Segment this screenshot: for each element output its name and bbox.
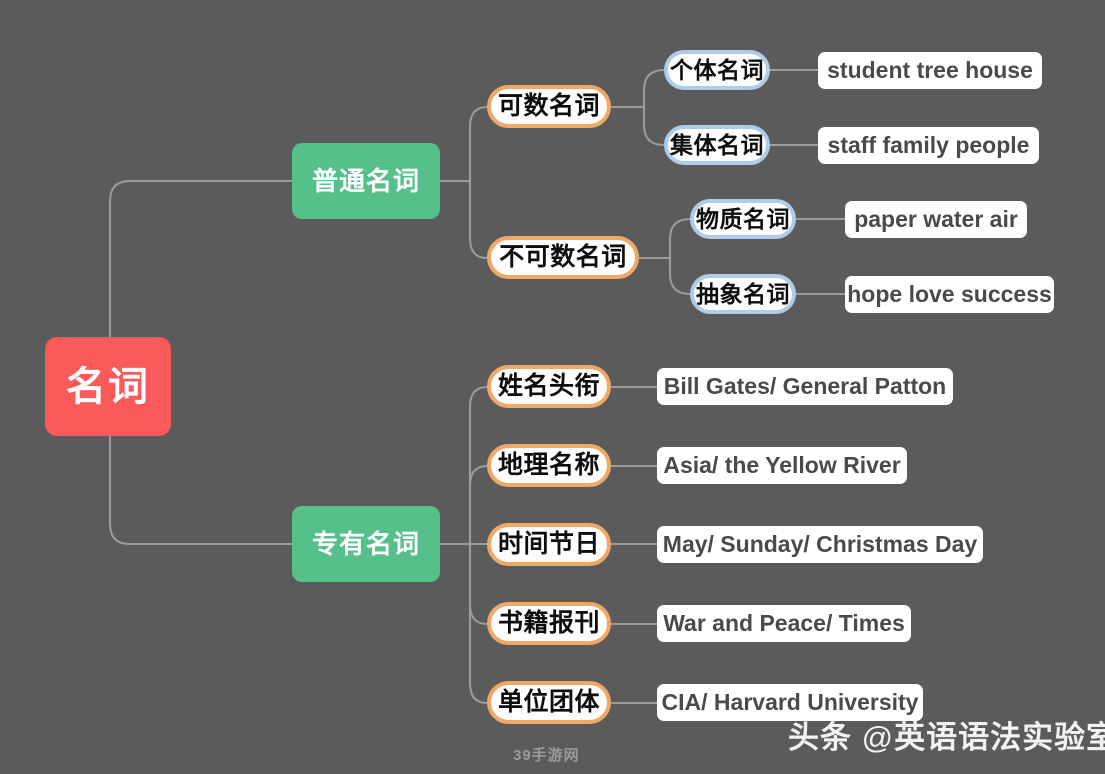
watermark-corner: 头条 @英语语法实验室 <box>788 722 1105 753</box>
at-sign-icon: @ <box>861 720 895 755</box>
example-box-names-titles: Bill Gates/ General Patton <box>657 368 953 405</box>
category-node-uncountable[interactable]: 不可数名词 <box>487 236 639 279</box>
subcategory-node-individual[interactable]: 个体名词 <box>664 50 770 90</box>
example-box-collective: staff family people <box>818 127 1039 164</box>
category-node-countable[interactable]: 可数名词 <box>487 85 611 128</box>
watermark-author-name: 英语语法实验室 <box>894 720 1105 755</box>
watermark-center: 39手游网 <box>513 747 580 764</box>
example-box-geographic-names: Asia/ the Yellow River <box>657 447 907 484</box>
example-box-abstract: hope love success <box>845 276 1054 313</box>
subcategory-node-abstract[interactable]: 抽象名词 <box>690 274 796 314</box>
subcategory-node-collective[interactable]: 集体名词 <box>664 125 770 165</box>
root-node-noun[interactable]: 名词 <box>45 337 171 436</box>
category-node-time-holidays[interactable]: 时间节日 <box>487 523 611 566</box>
branch-node-proper-noun[interactable]: 专有名词 <box>292 506 440 582</box>
category-node-names-titles[interactable]: 姓名头衔 <box>487 365 611 408</box>
watermark-platform-label: 头条 <box>788 720 852 755</box>
category-node-geographic-names[interactable]: 地理名称 <box>487 444 611 487</box>
category-node-organizations[interactable]: 单位团体 <box>487 681 611 724</box>
example-box-organizations: CIA/ Harvard University <box>657 684 923 721</box>
example-box-time-holidays: May/ Sunday/ Christmas Day <box>657 526 983 563</box>
example-box-books-publications: War and Peace/ Times <box>657 605 911 642</box>
example-box-individual: student tree house <box>818 52 1042 89</box>
example-box-material: paper water air <box>845 201 1027 238</box>
subcategory-node-material[interactable]: 物质名词 <box>690 199 796 239</box>
mindmap-canvas: 名词 普通名词 专有名词 可数名词 不可数名词 姓名头衔 地理名称 时间节日 书… <box>0 0 1105 774</box>
branch-node-common-noun[interactable]: 普通名词 <box>292 143 440 219</box>
category-node-books-publications[interactable]: 书籍报刊 <box>487 602 611 645</box>
